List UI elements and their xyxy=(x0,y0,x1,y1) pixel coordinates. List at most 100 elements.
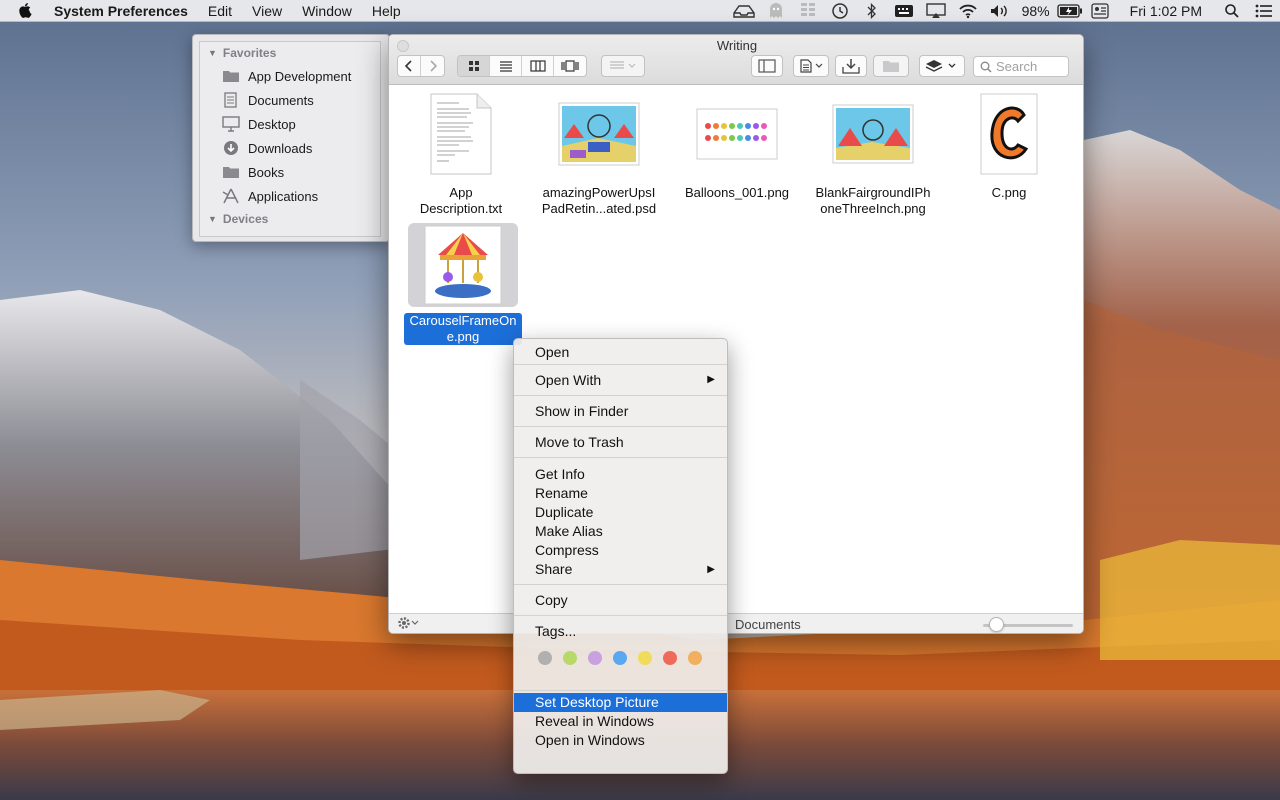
menu-separator xyxy=(514,690,727,691)
file-name: Balloons_001.png xyxy=(684,185,790,200)
menu-app-name[interactable]: System Preferences xyxy=(52,0,198,22)
file-item-selected[interactable]: CarouselFrameOn e.png xyxy=(403,223,523,345)
grid-icon[interactable] xyxy=(792,0,824,22)
tag-purple-dot[interactable] xyxy=(588,651,602,665)
sidebar-item-label: Books xyxy=(248,164,285,180)
menu-help[interactable]: Help xyxy=(362,0,411,22)
cloud-tray-icon[interactable] xyxy=(728,0,760,22)
volume-icon[interactable] xyxy=(984,0,1016,22)
menu-item-copy[interactable]: Copy xyxy=(514,587,727,613)
layers-dropdown-button[interactable] xyxy=(919,55,965,77)
menu-view[interactable]: View xyxy=(242,0,292,22)
tag-color-row xyxy=(514,644,727,672)
menu-item-duplicate[interactable]: Duplicate xyxy=(514,503,727,522)
tray-download-icon xyxy=(842,59,860,74)
sidebar-section-devices[interactable]: ▼ Devices xyxy=(200,208,380,230)
file-name: BlankFairgroundIPh oneThreeInch.png xyxy=(815,185,931,216)
sidebar-toggle-icon xyxy=(758,59,776,73)
disclosure-triangle-icon[interactable]: ▼ xyxy=(208,42,217,64)
search-input[interactable] xyxy=(996,59,1066,74)
menu-item-compress[interactable]: Compress xyxy=(514,541,727,560)
tag-yellow-dot[interactable] xyxy=(638,651,652,665)
menu-item-open[interactable]: Open xyxy=(514,342,727,362)
menu-window[interactable]: Window xyxy=(292,0,362,22)
file-item[interactable]: Balloons_001.png xyxy=(677,89,797,201)
disclosure-triangle-icon[interactable]: ▼ xyxy=(208,208,217,230)
tag-red-dot[interactable] xyxy=(663,651,677,665)
finder-sidebar-window: ▼ Favorites App Development Documents De… xyxy=(192,34,390,242)
view-mode-control xyxy=(457,55,587,77)
tag-orange-dot[interactable] xyxy=(688,651,702,665)
forward-button[interactable] xyxy=(421,56,444,76)
battery-icon[interactable] xyxy=(1056,0,1084,22)
slider-handle[interactable] xyxy=(989,617,1004,632)
file-name: App Description.txt xyxy=(419,185,503,216)
menu-item-set-desktop-picture[interactable]: Set Desktop Picture xyxy=(514,693,727,712)
file-item[interactable]: C.png xyxy=(949,89,1069,201)
list-icon[interactable] xyxy=(1248,0,1280,22)
sidebar-item-app-development[interactable]: App Development xyxy=(200,64,380,88)
menu-separator xyxy=(514,615,727,616)
gear-menu-button[interactable] xyxy=(397,616,419,630)
sidebar-item-label: Documents xyxy=(248,92,314,108)
applications-icon xyxy=(222,188,240,204)
bluetooth-icon[interactable] xyxy=(856,0,888,22)
desktop-icon xyxy=(222,116,240,132)
gear-icon xyxy=(398,617,419,629)
arrange-button[interactable] xyxy=(601,55,645,77)
menu-separator xyxy=(514,457,727,458)
menu-edit[interactable]: Edit xyxy=(198,0,242,22)
airplay-icon[interactable] xyxy=(920,0,952,22)
menu-bar: System Preferences Edit View Window Help xyxy=(0,0,1280,22)
file-item[interactable]: App Description.txt xyxy=(401,89,521,217)
list-lines-icon xyxy=(499,61,512,72)
menu-clock[interactable]: Fri 1:02 PM xyxy=(1116,0,1216,22)
sidebar-item-books[interactable]: Books xyxy=(200,160,380,184)
menu-item-open-in-windows[interactable]: Open in Windows xyxy=(514,731,727,750)
menu-item-label: Open With xyxy=(535,372,602,388)
submenu-arrow-icon: ▶ xyxy=(707,564,715,575)
wifi-icon[interactable] xyxy=(952,0,984,22)
column-view-button[interactable] xyxy=(522,56,554,76)
ghost-icon[interactable] xyxy=(760,0,792,22)
menu-item-share[interactable]: Share ▶ xyxy=(514,560,727,579)
file-name: CarouselFrameOn e.png xyxy=(404,313,522,345)
psd-thumbnail xyxy=(558,89,640,179)
coverflow-view-button[interactable] xyxy=(554,56,586,76)
menu-item-reveal-in-windows[interactable]: Reveal in Windows xyxy=(514,712,727,731)
search-field[interactable] xyxy=(973,56,1069,77)
menu-item-show-in-finder[interactable]: Show in Finder xyxy=(514,398,727,424)
sidebar-item-applications[interactable]: Applications xyxy=(200,184,380,208)
sidebar-toggle-button[interactable] xyxy=(751,55,783,77)
apple-menu-icon[interactable] xyxy=(0,2,52,19)
download-button[interactable] xyxy=(835,55,867,77)
file-item[interactable]: BlankFairgroundIPh oneThreeInch.png xyxy=(813,89,933,217)
folder-icon xyxy=(222,68,240,84)
file-item[interactable]: amazingPowerUpsI PadRetin...ated.psd xyxy=(539,89,659,217)
sidebar-item-desktop[interactable]: Desktop xyxy=(200,112,380,136)
menu-item-tags[interactable]: Tags... xyxy=(514,618,727,644)
tag-gray-dot[interactable] xyxy=(538,651,552,665)
sidebar-section-favorites[interactable]: ▼ Favorites xyxy=(200,42,380,64)
menu-item-get-info[interactable]: Get Info xyxy=(514,465,727,484)
list-view-button[interactable] xyxy=(490,56,522,76)
folder-icon xyxy=(883,61,899,72)
menu-item-make-alias[interactable]: Make Alias xyxy=(514,522,727,541)
sidebar-item-downloads[interactable]: Downloads xyxy=(200,136,380,160)
tag-green-dot[interactable] xyxy=(563,651,577,665)
new-folder-button[interactable] xyxy=(873,55,909,77)
menu-item-rename[interactable]: Rename xyxy=(514,484,727,503)
tag-blue-dot[interactable] xyxy=(613,651,627,665)
finder-toolbar: Writing xyxy=(389,35,1083,85)
action-menu-button[interactable] xyxy=(793,55,829,77)
time-machine-icon[interactable] xyxy=(824,0,856,22)
user-icon[interactable] xyxy=(1084,0,1116,22)
search-icon[interactable] xyxy=(1216,0,1248,22)
menu-item-open-with[interactable]: Open With ▶ xyxy=(514,367,727,393)
menu-item-move-to-trash[interactable]: Move to Trash xyxy=(514,429,727,455)
keyboard-icon[interactable] xyxy=(888,0,920,22)
icon-view-button[interactable] xyxy=(458,56,490,76)
back-button[interactable] xyxy=(398,56,421,76)
sidebar-item-documents[interactable]: Documents xyxy=(200,88,380,112)
finder-window: Writing Search App Description.txt amazi… xyxy=(388,34,1084,634)
